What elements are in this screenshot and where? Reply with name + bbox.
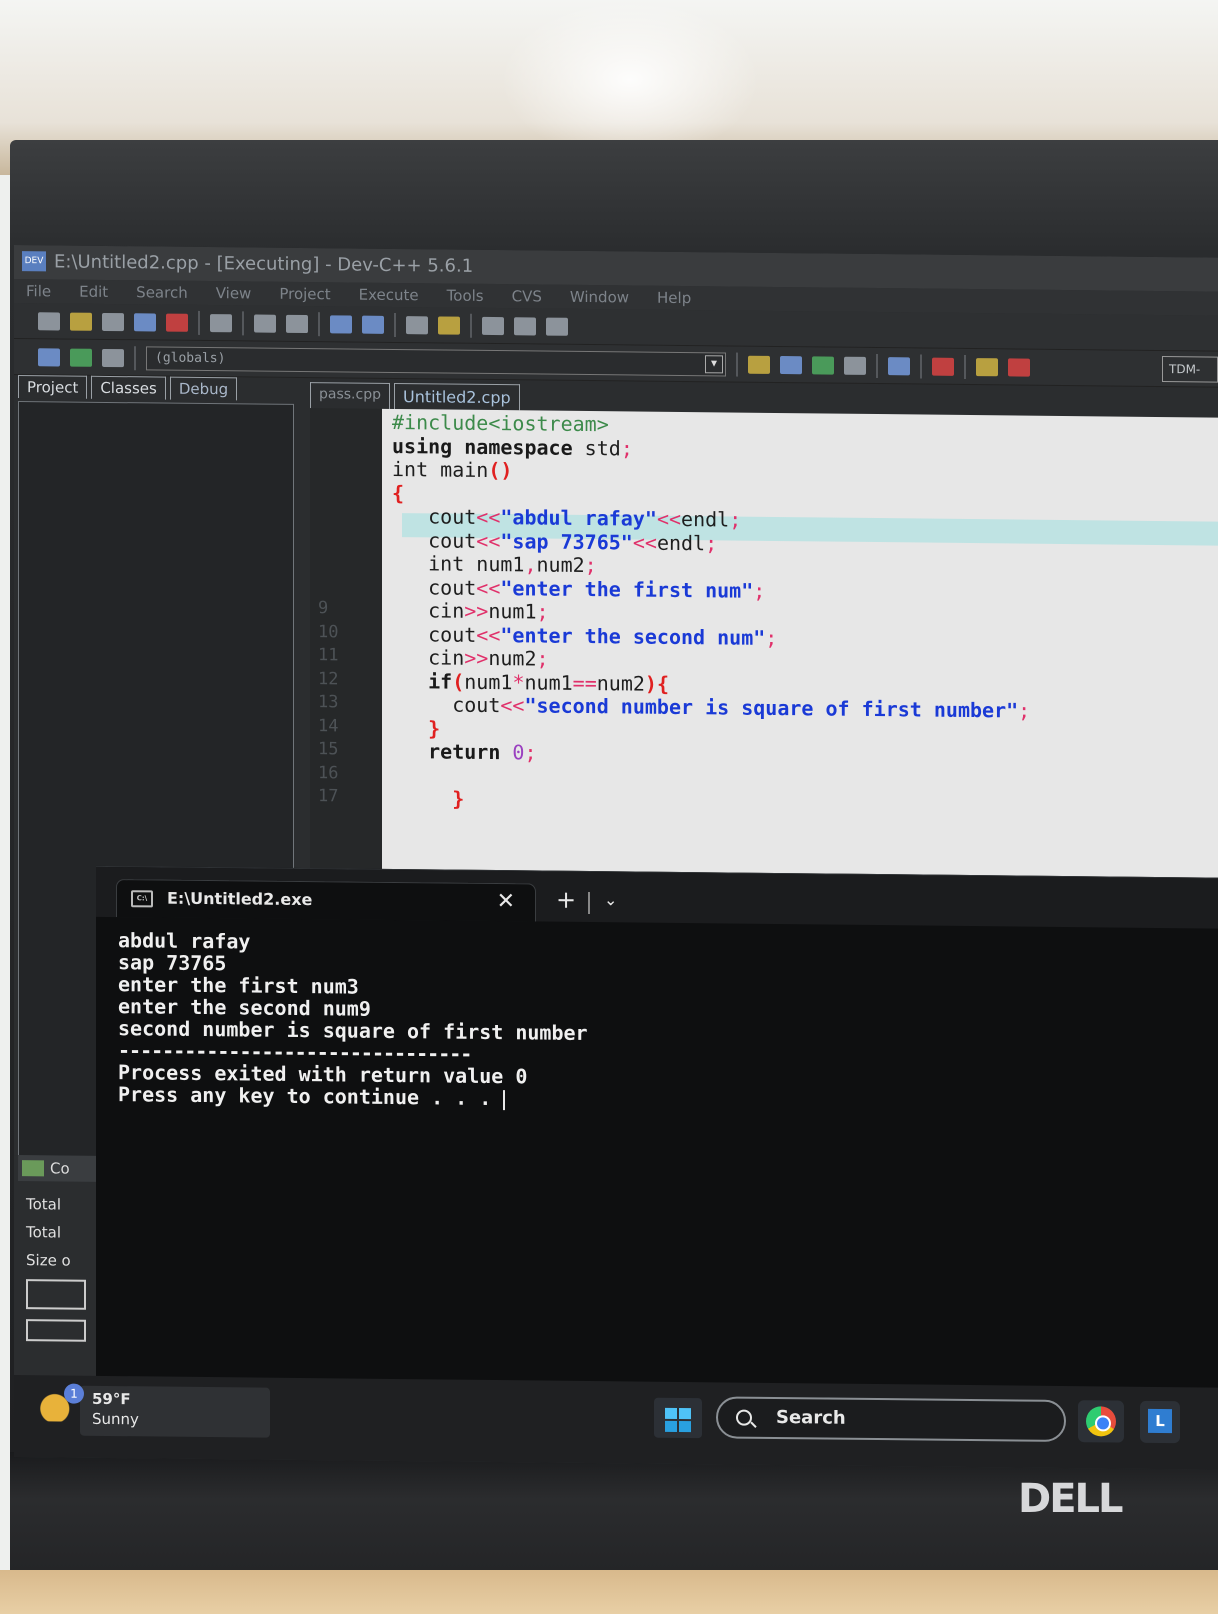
terminal-tab-title: E:\Untitled2.exe (167, 888, 313, 910)
notification-badge: 1 (64, 1383, 84, 1404)
terminal-window[interactable]: C:\ E:\Untitled2.exe ✕ + ⌄ abdul rafay s… (96, 865, 1218, 1438)
left-panel-tabs: Project Classes Debug (14, 375, 304, 401)
indent-icon[interactable] (482, 316, 504, 335)
stat-label: Total (26, 1223, 62, 1242)
line-number: 11 (318, 645, 339, 666)
ceiling-light-glow (500, 0, 760, 160)
menu-edit[interactable]: Edit (79, 280, 108, 304)
bookmark-icon[interactable] (438, 315, 460, 335)
chrome-icon[interactable] (1078, 1400, 1124, 1443)
code-lines: #include<iostream> using namespace std; in… (392, 410, 1218, 819)
goto-line-icon[interactable] (406, 315, 428, 334)
compile-icon[interactable] (748, 355, 770, 374)
find-icon[interactable] (330, 314, 352, 334)
compiler-select[interactable]: TDM- (1162, 356, 1218, 383)
weather-temperature: 59°F (92, 1389, 131, 1409)
check-syntax-icon[interactable] (888, 356, 910, 375)
search-icon (736, 1409, 752, 1426)
weather-condition: Sunny (92, 1409, 139, 1429)
menu-project[interactable]: Project (279, 282, 330, 307)
line-number: 15 (318, 739, 339, 760)
menu-execute[interactable]: Execute (359, 283, 419, 308)
tab-debug[interactable]: Debug (169, 376, 238, 401)
rebuild-icon[interactable] (844, 356, 866, 375)
terminal-icon: C:\ (131, 890, 153, 908)
compiler-icon (22, 1160, 44, 1177)
windows-logo-icon (665, 1407, 691, 1433)
code-editor[interactable]: #include<iostream> using namespace std; in… (382, 408, 1218, 894)
file-tab-untitled2[interactable]: Untitled2.cpp (393, 382, 520, 411)
terminal-output: abdul rafay sap 73765 enter the first nu… (118, 928, 588, 1110)
dev-cpp-icon: DEV (22, 251, 46, 272)
unindent-icon[interactable] (514, 316, 536, 335)
line-number: 9 (318, 598, 329, 619)
save-icon[interactable] (102, 312, 124, 331)
profile-chart-icon[interactable] (976, 357, 998, 376)
menu-view[interactable]: View (216, 281, 252, 305)
taskbar-search[interactable]: Search (716, 1396, 1066, 1443)
debug-icon[interactable] (1008, 357, 1030, 377)
line-number: 12 (318, 669, 339, 690)
print-icon[interactable] (210, 313, 232, 332)
window-title: E:\Untitled2.cpp - [Executing] - Dev-C++… (54, 251, 474, 277)
scope-select[interactable]: (globals) ▼ (146, 345, 726, 376)
menu-search[interactable]: Search (136, 280, 188, 305)
app-icon[interactable] (1140, 1400, 1180, 1444)
close-file-icon[interactable] (166, 313, 188, 332)
remove-from-project-icon[interactable] (102, 348, 124, 367)
redo-icon[interactable] (286, 314, 308, 333)
menu-cvs[interactable]: CVS (512, 284, 542, 308)
menu-help[interactable]: Help (657, 286, 691, 310)
stat-label: Total (26, 1195, 62, 1214)
text-cursor (503, 1089, 506, 1110)
new-file-icon[interactable] (38, 311, 60, 330)
menu-tools[interactable]: Tools (447, 284, 484, 308)
tab-classes[interactable]: Classes (91, 375, 166, 400)
undo-icon[interactable] (254, 314, 276, 333)
compile-run-icon[interactable] (812, 355, 834, 375)
line-number: 13 (318, 692, 339, 713)
add-to-project-icon[interactable] (70, 348, 92, 367)
editor-file-tabs: pass.cpp Untitled2.cpp (310, 382, 520, 411)
replace-icon[interactable] (362, 315, 384, 334)
line-number-gutter (310, 408, 386, 879)
line-number: 17 (318, 786, 339, 807)
new-project-icon[interactable] (38, 347, 60, 366)
windows-taskbar: 1 59°F Sunny Search (14, 1375, 1218, 1470)
run-icon[interactable] (780, 355, 802, 374)
dell-logo: DELL (1018, 1476, 1124, 1522)
save-all-icon[interactable] (134, 312, 156, 331)
monitor-screen: DEV E:\Untitled2.cpp - [Executing] - Dev… (14, 245, 1218, 1470)
terminal-tab[interactable]: C:\ E:\Untitled2.exe ✕ (116, 879, 536, 922)
tab-project[interactable]: Project (18, 375, 88, 399)
menu-file[interactable]: File (26, 279, 51, 303)
chevron-down-icon[interactable]: ⌄ (604, 890, 617, 909)
line-number: 14 (318, 716, 339, 737)
terminal-tab-bar: C:\ E:\Untitled2.exe ✕ + ⌄ (96, 866, 1218, 929)
line-number: 16 (318, 763, 339, 784)
stat-label: Size o (26, 1251, 71, 1270)
stop-execution-icon[interactable] (932, 357, 954, 376)
log-checkbox[interactable] (26, 1319, 86, 1342)
menu-window[interactable]: Window (570, 285, 629, 310)
log-checkbox[interactable] (26, 1279, 86, 1310)
desk-surface (0, 1570, 1218, 1614)
close-icon[interactable]: ✕ (497, 884, 515, 920)
line-number: 10 (318, 622, 339, 643)
file-tab-pass[interactable]: pass.cpp (310, 382, 390, 409)
chevron-down-icon[interactable]: ▼ (705, 354, 723, 373)
compile-log-header[interactable]: Co (18, 1155, 96, 1182)
new-tab-button[interactable]: + (556, 886, 576, 914)
open-file-icon[interactable] (70, 312, 92, 331)
toggle-comment-icon[interactable] (546, 317, 568, 336)
